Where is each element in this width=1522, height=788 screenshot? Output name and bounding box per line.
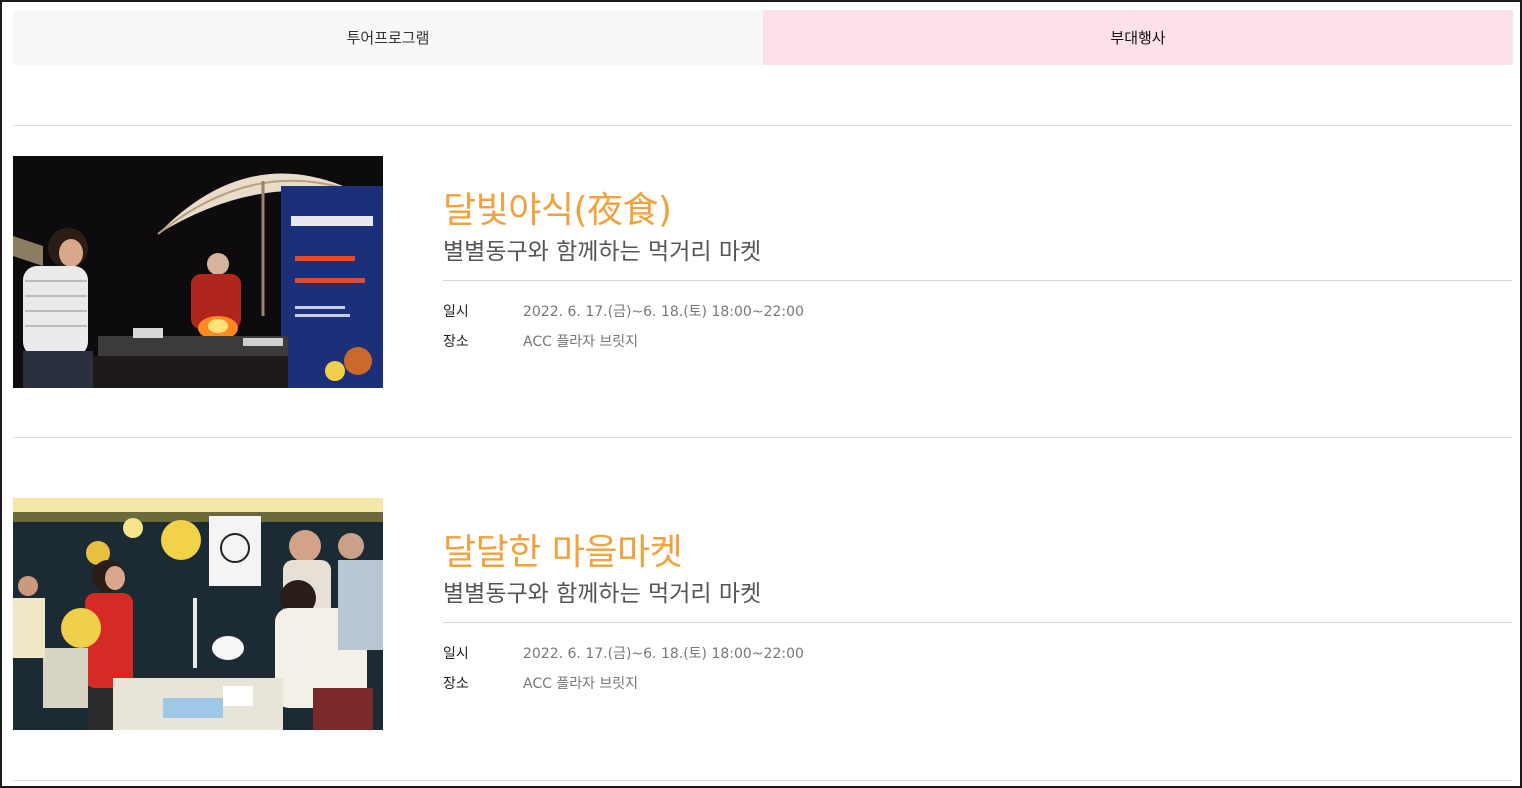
event-subtitle: 별별동구와 함께하는 먹거리 마켓 — [443, 239, 762, 265]
event-thumbnail[interactable] — [13, 498, 383, 730]
tab-side-events[interactable]: 부대행사 — [763, 10, 1513, 65]
section-divider — [13, 437, 1512, 438]
section-divider — [13, 125, 1512, 126]
event-divider — [443, 622, 1512, 623]
place-label: 장소 — [443, 676, 469, 692]
event-divider — [443, 280, 1512, 281]
event-thumbnail[interactable] — [13, 156, 383, 388]
event-item: 달빛야식(夜食) 별별동구와 함께하는 먹거리 마켓 일시 2022. 6. 1… — [13, 156, 1512, 388]
date-label: 일시 — [443, 304, 469, 320]
page-frame: 투어프로그램 부대행사 달빛야식(夜食) 별별동구와 함께하는 먹거리 마켓 일… — [0, 0, 1522, 788]
tab-label: 투어프로그램 — [346, 29, 430, 47]
event-title[interactable]: 달빛야식(夜食) — [443, 181, 672, 233]
date-value: 2022. 6. 17.(금)~6. 18.(토) 18:00~22:00 — [523, 646, 804, 662]
date-label: 일시 — [443, 646, 469, 662]
event-subtitle: 별별동구와 함께하는 먹거리 마켓 — [443, 581, 762, 607]
date-value: 2022. 6. 17.(금)~6. 18.(토) 18:00~22:00 — [523, 304, 804, 320]
event-title[interactable]: 달달한 마을마켓 — [443, 523, 683, 575]
place-label: 장소 — [443, 334, 469, 350]
tab-tour-program[interactable]: 투어프로그램 — [13, 10, 763, 65]
place-value: ACC 플라자 브릿지 — [523, 676, 639, 692]
event-item: 달달한 마을마켓 별별동구와 함께하는 먹거리 마켓 일시 2022. 6. 1… — [13, 498, 1512, 730]
village-market-photo — [13, 498, 383, 730]
tab-bar: 투어프로그램 부대행사 — [13, 10, 1513, 65]
section-divider — [13, 780, 1512, 781]
place-value: ACC 플라자 브릿지 — [523, 334, 639, 350]
night-food-market-photo — [13, 156, 383, 388]
tab-label: 부대행사 — [1110, 29, 1166, 47]
